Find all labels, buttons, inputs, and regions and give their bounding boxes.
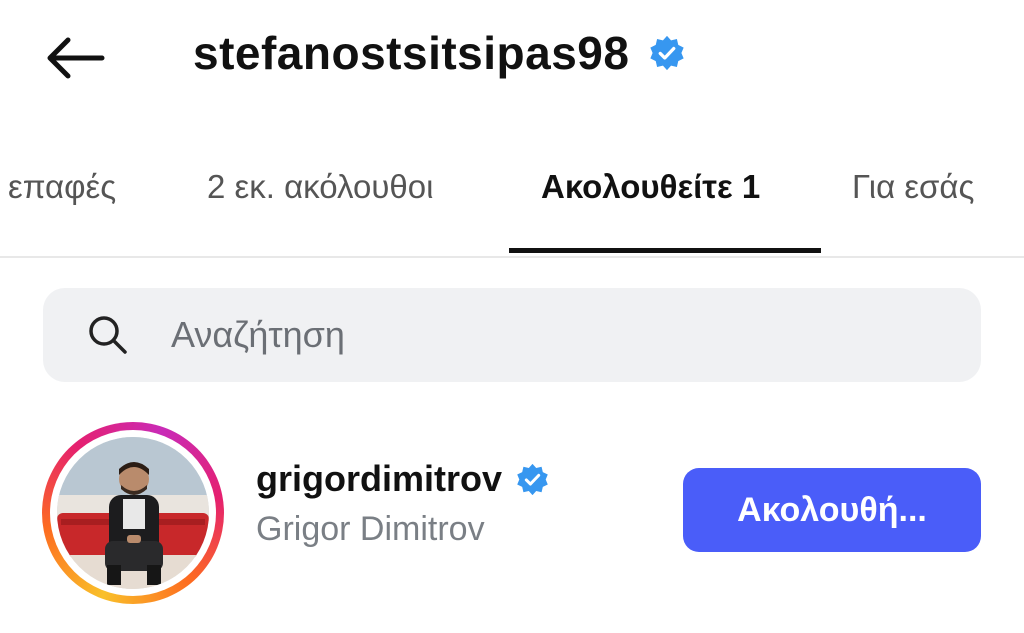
tab-for-you[interactable]: Για εσάς (852, 168, 974, 206)
full-name: Grigor Dimitrov (256, 510, 485, 548)
tab-contacts[interactable]: επαφές (8, 168, 116, 206)
username[interactable]: grigordimitrov (256, 458, 502, 500)
back-button[interactable] (40, 28, 110, 88)
verified-badge-icon (649, 35, 685, 71)
tab-bar: επαφές 2 εκ. ακόλουθοι Ακολουθείτε 1 Για… (0, 150, 1024, 258)
search-bar[interactable] (43, 288, 981, 382)
arrow-left-icon (47, 37, 105, 79)
story-ring[interactable] (42, 422, 224, 604)
username-wrap: grigordimitrov (256, 458, 549, 500)
avatar (57, 437, 209, 589)
tab-followers[interactable]: 2 εκ. ακόλουθοι (207, 168, 433, 206)
search-input[interactable] (169, 313, 933, 357)
page-title: stefanostsitsipas98 (193, 27, 630, 79)
verified-badge-icon (516, 463, 549, 496)
following-button[interactable]: Ακολουθή... (683, 468, 981, 552)
profile-title-wrap: stefanostsitsipas98 (193, 26, 685, 80)
top-bar: stefanostsitsipas98 (0, 0, 1024, 120)
list-item[interactable]: grigordimitrov Grigor Dimitrov Ακολουθή.… (0, 410, 1024, 610)
search-icon (87, 314, 129, 356)
active-tab-indicator (509, 248, 821, 253)
tab-following[interactable]: Ακολουθείτε 1 (541, 168, 760, 206)
